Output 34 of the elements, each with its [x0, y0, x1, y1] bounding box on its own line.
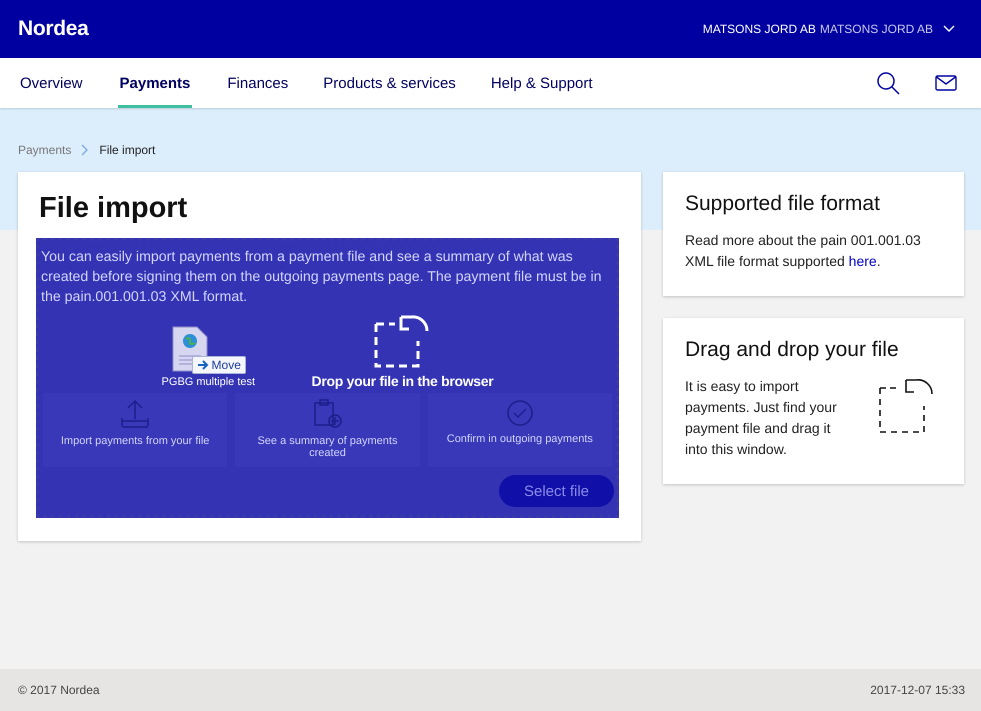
drop-zone-overlay[interactable]	[35, 237, 620, 519]
nav-tab[interactable]: Finances	[227, 58, 288, 108]
nav-tab[interactable]: Overview	[20, 58, 83, 108]
breadcrumb-link[interactable]: Payments	[18, 143, 72, 157]
nav-tab[interactable]: Products & services	[323, 58, 456, 108]
file-name: PGBG multiple test	[162, 376, 256, 389]
check-circle-icon	[506, 399, 534, 427]
account-menu[interactable]: MATSONS JORD AB MATSONS JORD AB	[702, 22, 955, 36]
step-label: Import payments from your file	[60, 435, 210, 447]
card-text: Read more about the pain 001.001.03 XML file format supported here.	[685, 231, 922, 271]
mail-icon[interactable]	[935, 75, 957, 91]
card-text: It is easy to import payments. Just find your payment file and drag it into this window.	[685, 377, 838, 459]
timestamp-text: 2017-12-07 15:33	[870, 683, 965, 697]
step-label: See a summary of payments created	[256, 435, 398, 459]
search-icon[interactable]	[876, 71, 900, 95]
nordea-logo[interactable]: Nordea	[18, 17, 89, 41]
chevron-right-icon	[81, 144, 90, 156]
upload-tray-icon	[119, 399, 152, 429]
arrow-right-icon	[196, 360, 209, 370]
chevron-down-icon	[943, 25, 955, 33]
drop-file-icon	[878, 376, 936, 434]
copyright-text: © 2017 Nordea	[18, 683, 100, 697]
select-file-button[interactable]: Select file	[499, 475, 614, 507]
move-tooltip: Move	[192, 356, 246, 374]
page-title: File import	[39, 192, 188, 225]
nav-tab[interactable]: Help & Support	[490, 58, 593, 108]
card-title: Supported file format	[685, 192, 881, 216]
step-label: Confirm in outgoing payments	[446, 433, 593, 445]
drop-file-icon	[373, 313, 432, 369]
drop-message: Drop your file in the browser	[312, 373, 494, 389]
breadcrumb-link[interactable]: File import	[99, 143, 156, 157]
here-link[interactable]: here	[848, 253, 877, 269]
card-title: Drag and drop your file	[685, 338, 900, 362]
intro-text: You can easily import payments from a payment file and see a summary of what was created before signing them on the outgoing payments page. The payment file must be in the pain.001.001.03 XML format.	[41, 248, 602, 307]
